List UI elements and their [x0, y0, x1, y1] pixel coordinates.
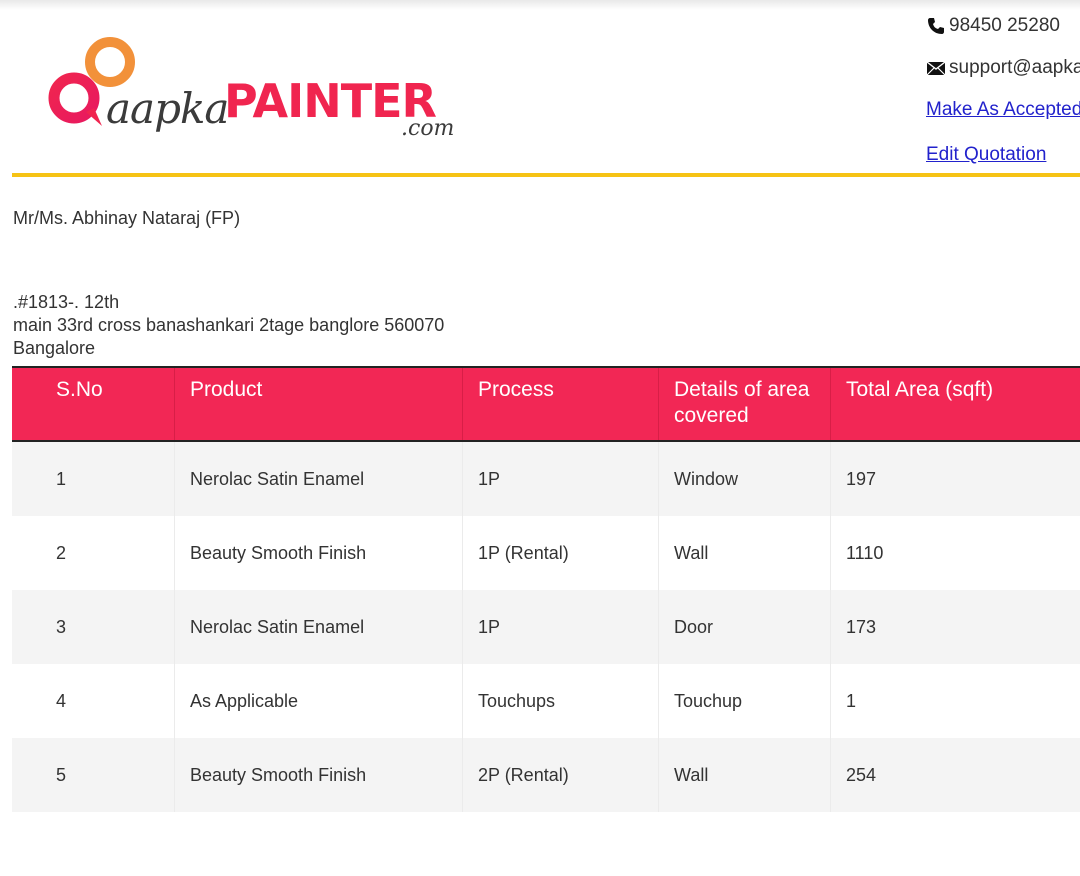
phone-number: 98450 25280 [949, 15, 1060, 36]
customer-address: .#1813-. 12th main 33rd cross banashanka… [13, 291, 444, 360]
cell-process: 1P [463, 442, 659, 516]
header-sno: S.No [12, 368, 175, 440]
customer-name: Mr/Ms. Abhinay Nataraj (FP) [13, 208, 241, 228]
header-total-area: Total Area (sqft) [846, 378, 994, 401]
top-shadow [0, 0, 1080, 10]
cell-sno: 2 [12, 516, 175, 590]
header-process: Process [463, 368, 659, 440]
cell-sno: 4 [12, 664, 175, 738]
aapkapainter-logo: aapka PAINTER .com [46, 34, 466, 150]
envelope-icon [926, 61, 946, 76]
email-row: support@aapka [926, 57, 1080, 79]
address-line-2: main 33rd cross banashankari 2tage bangl… [13, 315, 445, 335]
cell-process: 2P (Rental) [463, 738, 659, 812]
make-as-accepted-link[interactable]: Make As Accepted [926, 99, 1080, 121]
logo-text-aapka: aapka [106, 84, 229, 133]
quotation-table: S.No Product Process Details of area cov… [12, 366, 1080, 812]
cell-total-area: 1110 [846, 542, 884, 563]
cell-area-details: Wall [659, 516, 831, 590]
cell-process: 1P (Rental) [463, 516, 659, 590]
cell-product: Nerolac Satin Enamel [175, 442, 463, 516]
cell-sno: 3 [12, 590, 175, 664]
cell-sno: 1 [12, 442, 175, 516]
cell-total-area: 173 [846, 616, 877, 637]
address-line-1: .#1813-. 12th [13, 292, 120, 312]
table-row: 4 As Applicable Touchups Touchup 1 [12, 664, 1080, 738]
cell-total-area: 1 [846, 690, 857, 711]
cell-process: 1P [463, 590, 659, 664]
cell-sno: 5 [12, 738, 175, 812]
logo-text-com: .com [401, 116, 455, 141]
cell-product: Beauty Smooth Finish [175, 516, 463, 590]
table-row: 5 Beauty Smooth Finish 2P (Rental) Wall … [12, 738, 1080, 812]
cell-process: Touchups [463, 664, 659, 738]
header-divider [12, 173, 1080, 177]
table-row: 3 Nerolac Satin Enamel 1P Door 173 [12, 590, 1080, 664]
cell-area-details: Door [659, 590, 831, 664]
cell-product: Beauty Smooth Finish [175, 738, 463, 812]
cell-total-area: 197 [846, 468, 877, 489]
cell-product: Nerolac Satin Enamel [175, 590, 463, 664]
phone-row: 98450 25280 [926, 15, 1060, 37]
header-product: Product [175, 368, 463, 440]
edit-quotation-link[interactable]: Edit Quotation [926, 144, 1046, 166]
table-row: 1 Nerolac Satin Enamel 1P Window 197 [12, 442, 1080, 516]
table-row: 2 Beauty Smooth Finish 1P (Rental) Wall … [12, 516, 1080, 590]
cell-area-details: Wall [659, 738, 831, 812]
email-address: support@aapka [949, 57, 1080, 78]
table-header: S.No Product Process Details of area cov… [12, 366, 1080, 442]
cell-area-details: Touchup [659, 664, 831, 738]
quotation-page: aapka PAINTER .com 98450 25280 support@a… [0, 0, 1080, 876]
address-line-3: Bangalore [13, 338, 96, 358]
cell-area-details: Window [659, 442, 831, 516]
cell-product: As Applicable [175, 664, 463, 738]
cell-total-area: 254 [846, 764, 877, 785]
header-area-details: Details of area covered [659, 368, 831, 440]
phone-icon [928, 18, 944, 34]
